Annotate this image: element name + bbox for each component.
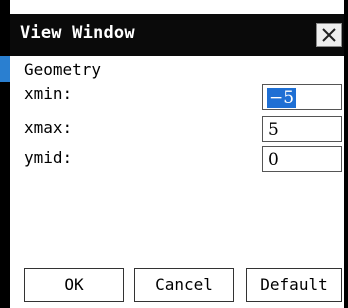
title-bar: View Window <box>10 14 344 56</box>
xmin-label: xmin: <box>24 84 73 103</box>
default-button[interactable]: Default <box>246 268 342 302</box>
ymid-label: ymid: <box>24 148 73 167</box>
left-border <box>0 82 10 308</box>
close-button[interactable] <box>316 23 342 47</box>
close-icon <box>322 28 336 42</box>
ymid-value: 0 <box>268 150 279 170</box>
cancel-button[interactable]: Cancel <box>134 268 234 302</box>
section-label: Geometry <box>24 60 102 79</box>
xmin-value: −5 <box>267 88 297 108</box>
view-window-dialog: View Window Geometry xmin: −5 xmax: 5 ym… <box>0 0 348 308</box>
ymid-field[interactable]: 0 <box>262 146 342 172</box>
left-border-accent <box>0 56 10 82</box>
xmax-field[interactable]: 5 <box>262 116 342 142</box>
ok-button[interactable]: OK <box>24 268 124 302</box>
dialog-title: View Window <box>20 23 135 43</box>
right-border <box>344 0 348 308</box>
xmax-label: xmax: <box>24 118 73 137</box>
xmax-value: 5 <box>268 120 279 140</box>
xmin-field[interactable]: −5 <box>262 84 342 110</box>
left-border <box>0 0 10 56</box>
